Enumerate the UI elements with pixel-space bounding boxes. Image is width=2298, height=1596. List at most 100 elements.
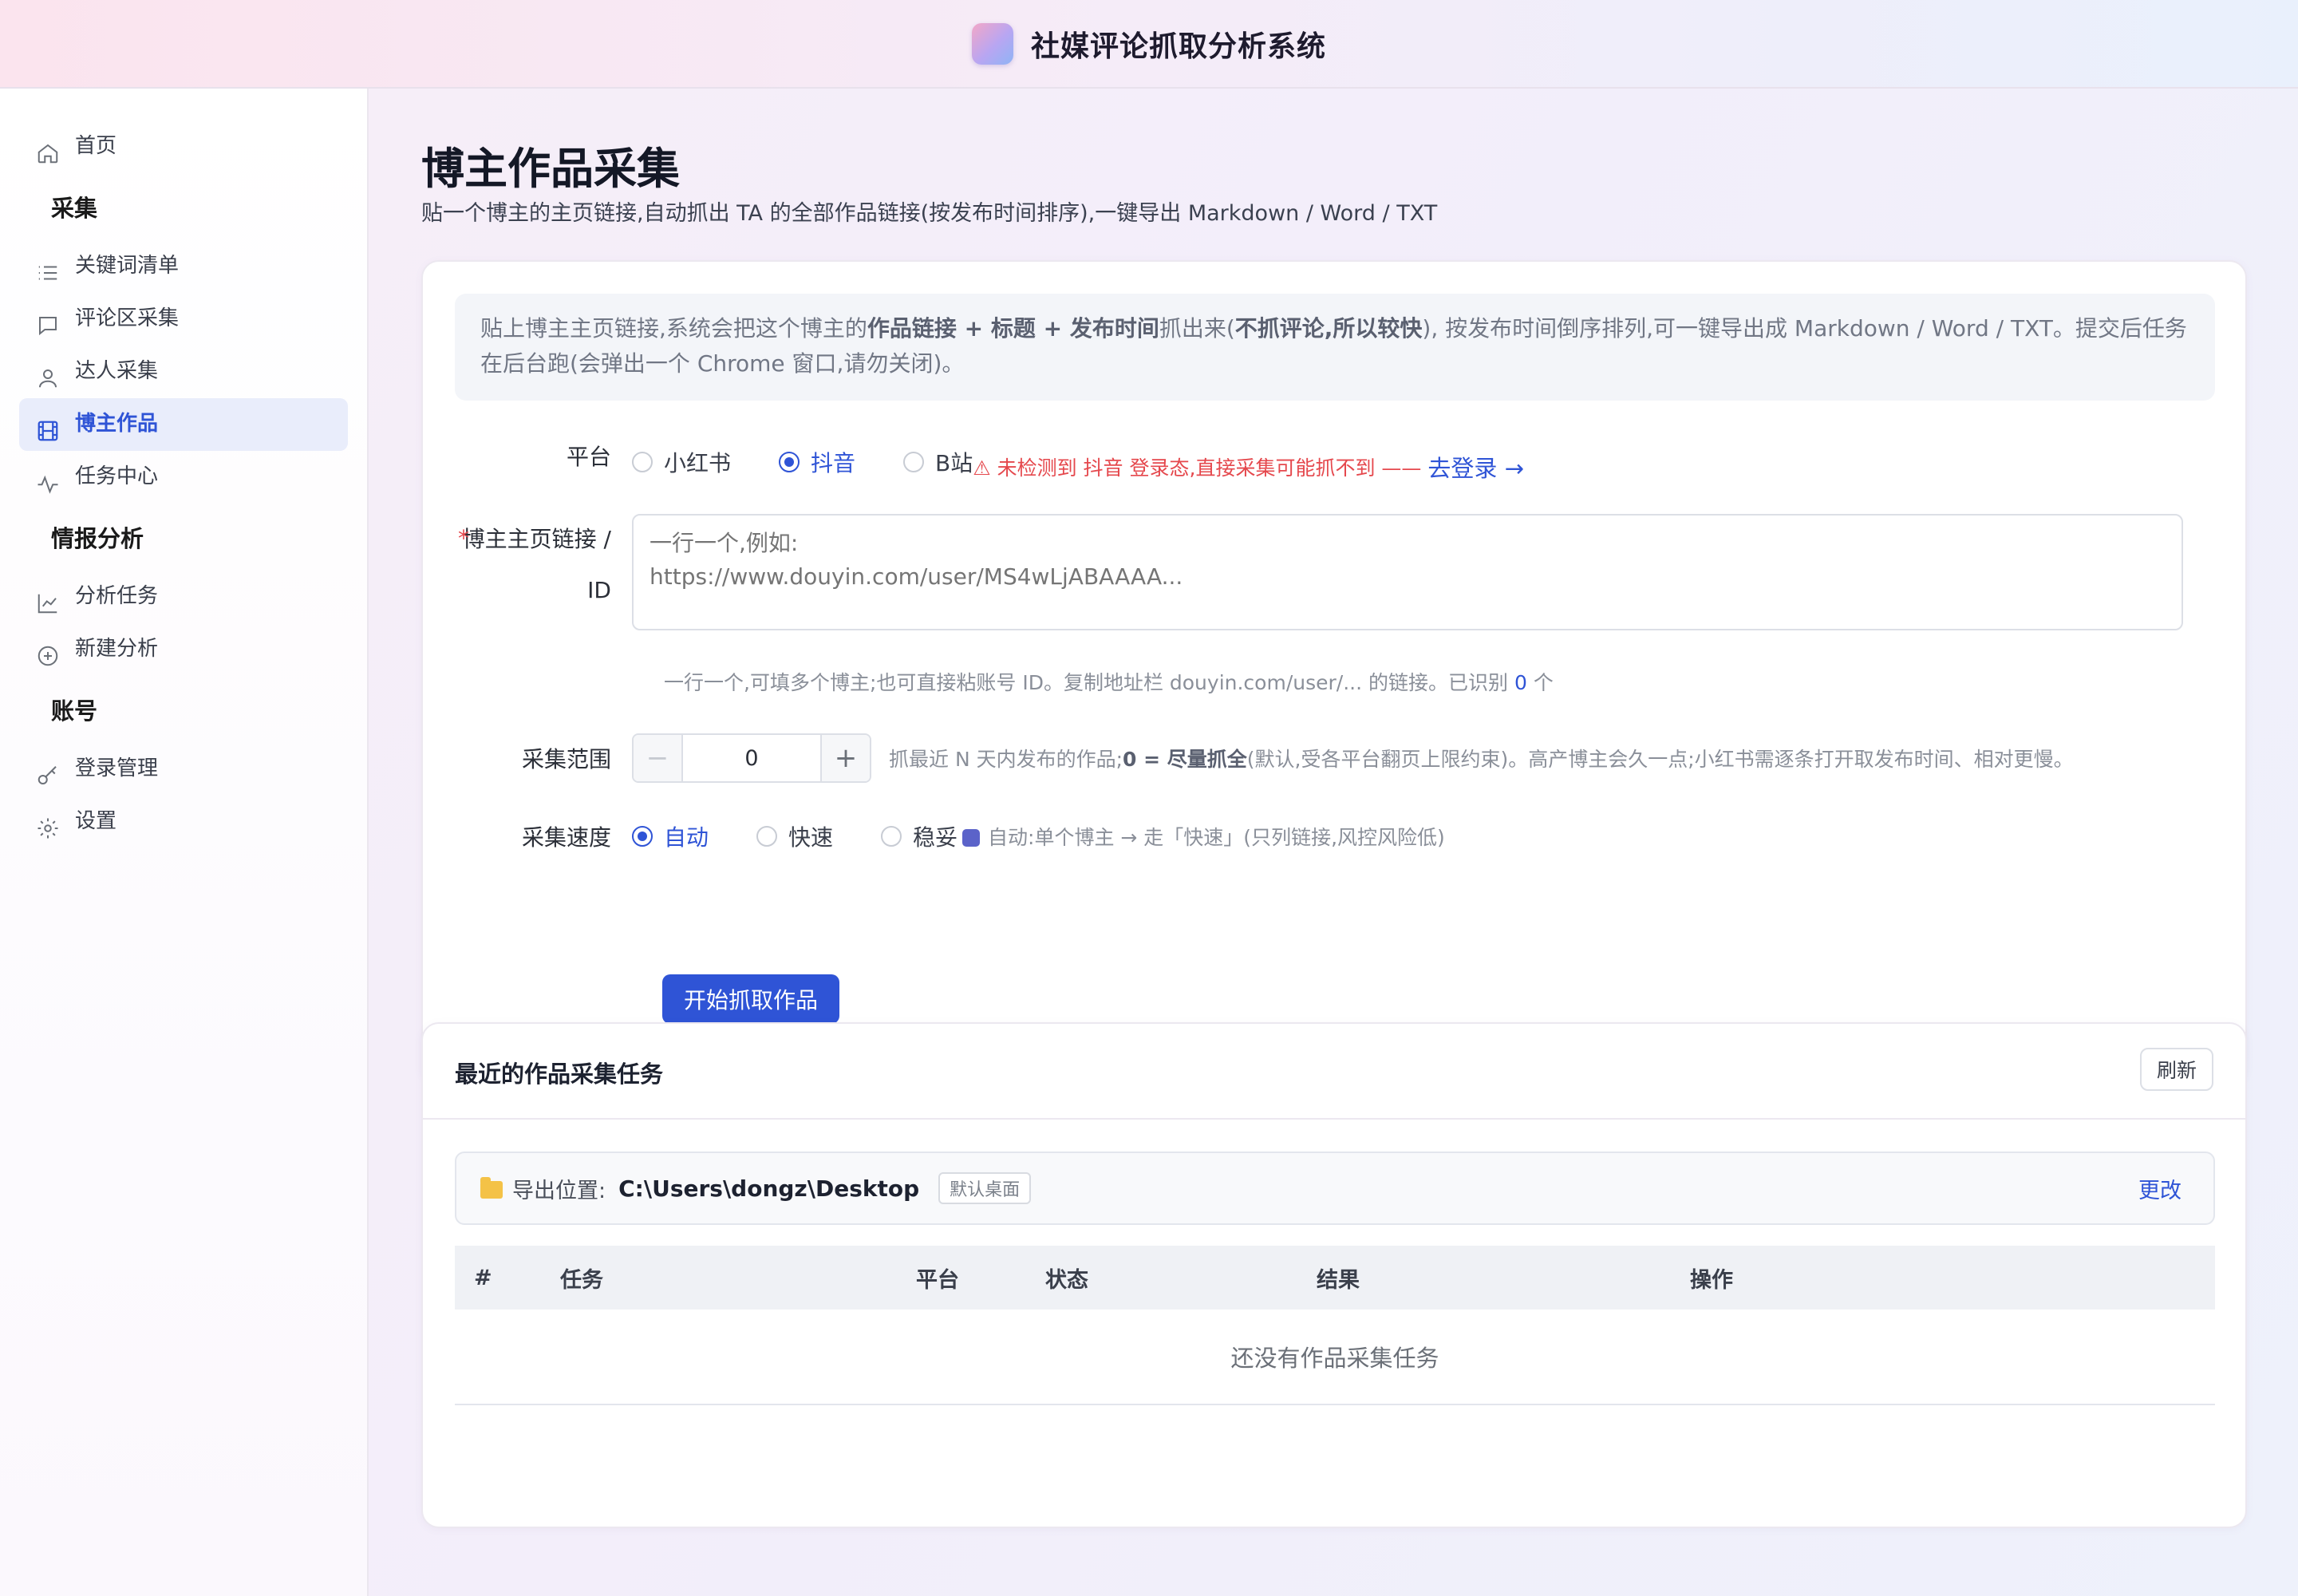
blogger-url-input[interactable]	[632, 514, 2183, 630]
divider	[423, 1118, 2245, 1120]
gear-icon	[35, 816, 61, 841]
nav-group-analysis: 情报分析	[51, 525, 144, 552]
sidebar-item-influencers[interactable]: 达人采集	[19, 346, 348, 398]
radio-dot	[903, 452, 925, 472]
speed-label: 采集速度	[521, 824, 611, 851]
robot-icon	[962, 829, 981, 847]
radio-dot	[632, 452, 653, 472]
key-icon	[35, 763, 61, 788]
range-hint-text: 抓最近 N 天内发布的作品;	[889, 748, 1123, 771]
sidebar-item-new-analysis[interactable]: 新建分析	[19, 623, 348, 676]
export-label: 导出位置:	[512, 1178, 606, 1203]
sidebar-item-label: 关键词清单	[75, 253, 180, 278]
radio-dot	[756, 826, 778, 847]
platform-radio-bilibili[interactable]: B站	[903, 446, 973, 478]
column-header: 平台	[916, 1267, 959, 1293]
recent-tasks-title: 最近的作品采集任务	[455, 1061, 664, 1088]
range-stepper[interactable]: − 0 +	[632, 733, 871, 783]
info-notice: 贴上博主主页链接,系统会把这个博主的作品链接 + 标题 + 发布时间抓出来(不抓…	[455, 294, 2215, 401]
url-count-unit: 个	[1533, 671, 1554, 694]
film-icon	[35, 418, 61, 444]
speed-row: 采集速度 自动 快速 稳妥 自动:单个博主 → 走「快速」(只列链接,风控风险低…	[455, 820, 1445, 852]
sidebar-item-label: 评论区采集	[75, 306, 180, 330]
radio-label: 自动	[664, 824, 709, 851]
activity-icon	[35, 471, 61, 496]
sidebar-item-keywords[interactable]: 关键词清单	[19, 240, 348, 293]
list-icon	[35, 260, 61, 286]
platform-row: 平台 小红书 抖音 B站 ⚠ 未检测到 抖音 登录态,直接采集可能抓不到 —— …	[455, 439, 1524, 482]
sidebar-item-comments[interactable]: 评论区采集	[19, 293, 348, 346]
page-title: 博主作品采集	[421, 144, 680, 194]
export-location-bar: 导出位置: C:\Users\dongz\Desktop 默认桌面 更改	[455, 1152, 2215, 1225]
speed-hint: 自动:单个博主 → 走「快速」(只列链接,风控风险低)	[988, 826, 1445, 849]
sidebar-item-label: 新建分析	[75, 636, 159, 661]
url-label: 博主主页链接 / ID	[455, 514, 632, 630]
export-path: C:\Users\dongz\Desktop	[618, 1175, 920, 1202]
url-count: 0	[1514, 671, 1527, 694]
notice-text: 抓出来(	[1159, 315, 1235, 342]
column-header: 状态	[1045, 1267, 1088, 1293]
sidebar-item-label: 登录管理	[75, 756, 159, 780]
speed-radio-safe[interactable]: 稳妥	[881, 820, 958, 852]
app-header: 社媒评论抓取分析系统	[0, 0, 2298, 89]
radio-label: 小红书	[664, 450, 732, 476]
sidebar-item-label: 分析任务	[75, 583, 159, 608]
url-label-line: ID	[587, 577, 611, 603]
platform-label: 平台	[566, 444, 611, 470]
sidebar-item-label: 任务中心	[75, 464, 159, 488]
default-desktop-tag: 默认桌面	[938, 1172, 1032, 1204]
sidebar-item-settings[interactable]: 设置	[19, 796, 348, 848]
folder-icon	[480, 1177, 503, 1199]
notice-text: 贴上博主主页链接,系统会把这个博主的	[480, 315, 867, 342]
range-value[interactable]: 0	[683, 735, 820, 781]
range-hint-bold: 0 = 尽量抓全	[1123, 748, 1247, 771]
refresh-button[interactable]: 刷新	[2140, 1048, 2213, 1091]
sidebar-item-label: 设置	[75, 808, 117, 833]
range-increment-button[interactable]: +	[820, 735, 870, 781]
user-icon	[35, 365, 61, 391]
notice-bold: 作品链接 + 标题 + 发布时间	[867, 315, 1159, 342]
radio-label: 抖音	[811, 450, 856, 476]
sidebar-item-login-manage[interactable]: 登录管理	[19, 743, 348, 796]
range-hint: 抓最近 N 天内发布的作品;0 = 尽量抓全(默认,受各平台翻页上限约束)。高产…	[889, 744, 2074, 772]
url-row: * 博主主页链接 / ID	[455, 514, 2183, 630]
login-warning: ⚠ 未检测到 抖音 登录态,直接采集可能抓不到 ——	[973, 456, 1422, 480]
column-header: 操作	[1690, 1267, 1733, 1293]
page-subtitle: 贴一个博主的主页链接,自动抓出 TA 的全部作品链接(按发布时间排序),一键导出…	[421, 201, 1438, 226]
platform-radio-xiaohongshu[interactable]: 小红书	[632, 446, 731, 478]
home-icon	[35, 140, 61, 166]
start-crawl-button[interactable]: 开始抓取作品	[662, 974, 839, 1024]
speed-radio-auto[interactable]: 自动	[632, 820, 709, 852]
column-header: 任务	[560, 1267, 603, 1293]
sidebar-item-label: 达人采集	[75, 358, 159, 383]
empty-state: 还没有作品采集任务	[455, 1310, 2215, 1405]
platform-radio-douyin[interactable]: 抖音	[779, 446, 855, 478]
sidebar-item-analysis-tasks[interactable]: 分析任务	[19, 571, 348, 623]
recent-tasks-card: 最近的作品采集任务 刷新 导出位置: C:\Users\dongz\Deskto…	[421, 1022, 2247, 1528]
radio-dot	[779, 452, 800, 472]
notice-bold: 不抓评论,所以较快	[1234, 315, 1423, 342]
url-hint-row: 一行一个,可填多个博主;也可直接粘账号 ID。复制地址栏 douyin.com/…	[664, 667, 1554, 696]
app-title: 社媒评论抓取分析系统	[1030, 30, 1326, 63]
app-logo	[971, 22, 1013, 65]
required-mark: *	[458, 525, 469, 551]
radio-label: 稳妥	[913, 824, 958, 851]
speed-radio-fast[interactable]: 快速	[756, 820, 833, 852]
url-hint-text: 一行一个,可填多个博主;也可直接粘账号 ID。复制地址栏 douyin.com/…	[664, 671, 1508, 694]
radio-dot	[632, 826, 653, 847]
radio-label: 快速	[788, 824, 834, 851]
sidebar-item-home[interactable]: 首页	[19, 120, 348, 173]
range-hint-text: (默认,受各平台翻页上限约束)。高产博主会久一点;小红书需逐条打开取发布时间、相…	[1246, 748, 2074, 771]
comment-icon	[35, 313, 61, 338]
sidebar-item-blogger-works[interactable]: 博主作品	[19, 398, 348, 451]
range-decrement-button[interactable]: −	[634, 735, 683, 781]
sidebar: 首页 采集 关键词清单 评论区采集 达人采集 博主作品 任务中心 情报分析 分析…	[0, 89, 369, 1596]
column-header: 结果	[1317, 1267, 1360, 1293]
nav-group-collect: 采集	[51, 195, 98, 222]
change-export-button[interactable]: 更改	[2138, 1173, 2182, 1204]
plus-circle-icon	[35, 643, 61, 669]
main-content: 博主作品采集 贴一个博主的主页链接,自动抓出 TA 的全部作品链接(按发布时间排…	[369, 89, 2298, 1596]
sidebar-item-task-center[interactable]: 任务中心	[19, 451, 348, 504]
column-header: #	[474, 1265, 492, 1290]
go-login-link[interactable]: 去登录 →	[1427, 450, 1524, 484]
